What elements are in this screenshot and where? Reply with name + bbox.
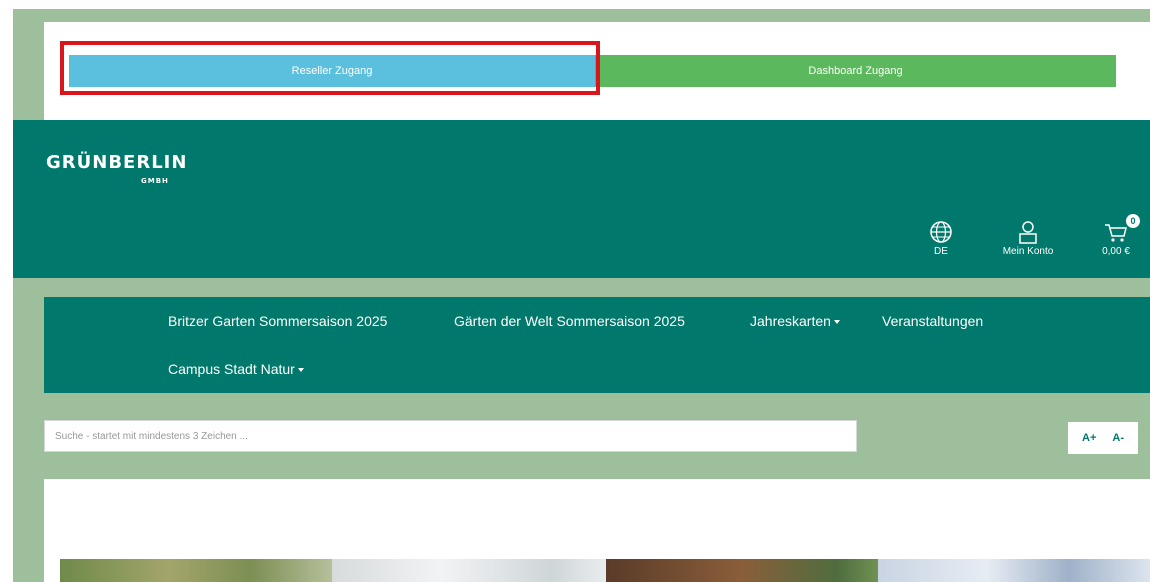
teaser-image[interactable] xyxy=(878,559,1150,582)
language-selector[interactable]: DE xyxy=(923,220,959,257)
teaser-image[interactable] xyxy=(332,559,606,582)
cart-total: 0,00 € xyxy=(1102,246,1130,257)
brand-name: GRÜNBERLIN xyxy=(46,152,188,173)
font-increase-button[interactable]: A+ xyxy=(1082,432,1096,444)
nav-item-campus-label: Campus Stadt Natur xyxy=(168,361,295,377)
teaser-image[interactable] xyxy=(60,559,332,582)
page: Reseller Zugang Dashboard Zugang GRÜNBER… xyxy=(13,9,1150,582)
brand-logo[interactable]: GRÜNBERLIN GMBH xyxy=(46,152,188,185)
cart-link[interactable]: 0 0,00 € xyxy=(1088,214,1144,257)
caret-down-icon xyxy=(297,368,304,373)
content-area xyxy=(44,479,1150,582)
highlight-box xyxy=(60,41,600,95)
font-size-controls: A+ A- xyxy=(1068,422,1138,454)
nav-item-gaerten-der-welt[interactable]: Gärten der Welt Sommersaison 2025 xyxy=(454,313,685,329)
globe-icon xyxy=(930,221,952,243)
nav-item-campus-stadt-natur[interactable]: Campus Stadt Natur xyxy=(168,361,304,377)
cart-count-badge: 0 xyxy=(1126,214,1140,228)
brand-suffix: GMBH xyxy=(141,177,169,185)
nav-item-jahreskarten[interactable]: Jahreskarten xyxy=(750,313,840,329)
cart-icon xyxy=(1105,224,1127,242)
account-label: Mein Konto xyxy=(1002,246,1054,257)
language-label: DE xyxy=(934,246,948,257)
site-header: GRÜNBERLIN GMBH DE Mein Konto 0 0,00 € xyxy=(13,120,1150,278)
dashboard-access-button[interactable]: Dashboard Zugang xyxy=(595,55,1116,87)
user-icon xyxy=(1019,221,1037,244)
nav-item-veranstaltungen[interactable]: Veranstaltungen xyxy=(882,313,983,329)
font-decrease-button[interactable]: A- xyxy=(1112,432,1124,444)
account-link[interactable]: Mein Konto xyxy=(991,220,1065,257)
main-navigation: Britzer Garten Sommersaison 2025 Gärten … xyxy=(44,297,1150,393)
nav-item-britzer-garten[interactable]: Britzer Garten Sommersaison 2025 xyxy=(168,313,387,329)
nav-item-jahreskarten-label: Jahreskarten xyxy=(750,313,831,329)
teaser-image[interactable] xyxy=(606,559,878,582)
search-input[interactable] xyxy=(44,420,857,452)
access-panel: Reseller Zugang Dashboard Zugang xyxy=(44,22,1150,120)
caret-down-icon xyxy=(833,320,840,325)
